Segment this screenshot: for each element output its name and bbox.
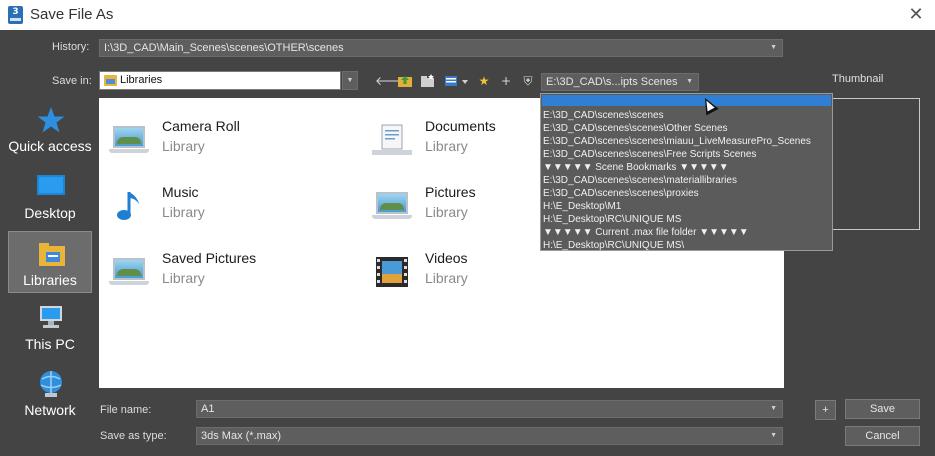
dropdown-item[interactable]: ▼▼▼▼▼ Current .max file folder ▼▼▼▼▼	[543, 226, 749, 239]
history-label: History:	[52, 41, 90, 53]
list-item-saved-pictures[interactable]: Saved Pictures Library	[103, 248, 353, 298]
documents-icon	[372, 124, 412, 160]
recent-folder-value: E:\3D_CAD\s...ipts Scenes	[546, 76, 678, 88]
increment-button[interactable]: +	[815, 400, 836, 420]
item-type: Library	[162, 138, 205, 154]
place-this-pc[interactable]: This PC	[8, 296, 92, 358]
dropdown-item[interactable]: E:\3D_CAD\scenes\scenes\proxies	[543, 187, 699, 200]
item-name: Saved Pictures	[162, 250, 257, 266]
file-name-input[interactable]: A1 ▼	[196, 400, 783, 418]
music-icon	[109, 190, 149, 226]
recent-folders-list: E:\3D_CAD\scenes\scenes E:\3D_CAD\scenes…	[540, 93, 833, 251]
item-type: Library	[425, 204, 468, 220]
history-value: I:\3D_CAD\Main_Scenes\scenes\OTHER\scene…	[104, 42, 344, 54]
saved-pictures-icon	[109, 256, 149, 292]
item-type: Library	[425, 138, 468, 154]
dropdown-item[interactable]: ▼▼▼▼▼ Scene Bookmarks ▼▼▼▼▼	[543, 161, 729, 174]
item-name: Videos	[425, 250, 468, 266]
dropdown-item[interactable]: E:\3D_CAD\scenes\scenes	[543, 109, 664, 122]
place-label: Libraries	[23, 272, 77, 288]
dropdown-item[interactable]: E:\3D_CAD\scenes\scenes\Free Scripts Sce…	[543, 148, 756, 161]
save-as-type-value: 3ds Max (*.max)	[201, 430, 282, 442]
pictures-icon	[372, 190, 412, 226]
star-icon	[37, 107, 65, 133]
save-in-field[interactable]: Libraries	[99, 71, 341, 90]
list-item-camera-roll[interactable]: Camera Roll Library	[103, 116, 353, 166]
dropdown-item[interactable]: E:\3D_CAD\scenes\scenes\materiallibrarie…	[543, 174, 737, 187]
save-as-type-label: Save as type:	[100, 430, 167, 442]
close-button[interactable]: ✕	[905, 4, 927, 26]
computer-icon	[40, 306, 62, 328]
item-name: Pictures	[425, 184, 476, 200]
file-name-label: File name:	[100, 404, 152, 416]
chevron-down-icon: ▼	[770, 405, 777, 412]
history-dropdown[interactable]: I:\3D_CAD\Main_Scenes\scenes\OTHER\scene…	[99, 39, 783, 57]
up-folder-icon[interactable]	[397, 73, 413, 89]
chevron-down-icon: ▼	[770, 432, 777, 439]
back-icon[interactable]: 🡐	[375, 73, 407, 89]
item-name: Music	[162, 184, 199, 200]
view-menu-icon[interactable]	[443, 73, 471, 89]
dropdown-item[interactable]: E:\3D_CAD\scenes\scenes\miauu_LiveMeasur…	[543, 135, 811, 148]
dropdown-item[interactable]: H:\E_Desktop\RC\UNIQUE MS	[543, 213, 681, 226]
place-quick-access[interactable]: Quick access	[8, 98, 92, 160]
chevron-down-icon: ▼	[686, 78, 693, 85]
place-desktop[interactable]: Desktop	[8, 165, 92, 227]
app-icon: 3	[8, 6, 23, 24]
dropdown-item[interactable]: E:\3D_CAD\scenes\scenes\Other Scenes	[543, 122, 728, 135]
item-type: Library	[162, 204, 205, 220]
window-title: Save File As	[30, 6, 114, 23]
item-name: Camera Roll	[162, 118, 240, 134]
videos-icon	[372, 256, 412, 292]
place-label: Desktop	[24, 205, 76, 221]
title-bar: 3 Save File As ✕	[0, 0, 935, 30]
item-name: Documents	[425, 118, 496, 134]
item-type: Library	[162, 270, 205, 286]
shield-icon[interactable]: ⛨	[520, 73, 536, 89]
list-item-music[interactable]: Music Library	[103, 182, 353, 232]
place-label: Network	[24, 402, 76, 418]
cancel-button[interactable]: Cancel	[845, 426, 920, 446]
place-network[interactable]: Network	[8, 362, 92, 424]
save-in-label: Save in:	[52, 75, 92, 87]
place-label: Quick access	[8, 138, 92, 154]
item-type: Library	[425, 270, 468, 286]
dropdown-item[interactable]: H:\E_Desktop\M1	[543, 200, 621, 213]
places-bar: Quick access Desktop Libraries This PC N…	[6, 98, 94, 428]
camera-roll-icon	[109, 124, 149, 160]
place-libraries[interactable]: Libraries	[8, 231, 92, 293]
chevron-down-icon: ▼	[770, 44, 777, 51]
libraries-icon	[104, 75, 117, 86]
dropdown-highlight[interactable]	[542, 95, 831, 106]
save-in-value: Libraries	[120, 74, 163, 86]
libraries-icon	[39, 243, 65, 266]
add-icon[interactable]: +	[498, 73, 514, 89]
thumbnail-label: Thumbnail	[832, 73, 884, 85]
recent-folders-dropdown[interactable]: E:\3D_CAD\s...ipts Scenes ▼	[541, 73, 699, 91]
save-as-type-dropdown[interactable]: 3ds Max (*.max) ▼	[196, 427, 783, 445]
list-item-videos[interactable]: Videos Library	[366, 248, 616, 298]
dropdown-item[interactable]: H:\E_Desktop\RC\UNIQUE MS\	[543, 239, 684, 252]
new-folder-icon[interactable]	[420, 73, 436, 89]
save-button[interactable]: Save	[845, 399, 920, 419]
network-icon	[40, 371, 62, 397]
desktop-icon	[37, 175, 65, 195]
place-label: This PC	[25, 336, 75, 352]
thumbnail-preview	[828, 98, 920, 230]
favorite-star-icon[interactable]: ★	[476, 73, 492, 89]
save-in-dropdown-button[interactable]: ▼	[342, 71, 358, 90]
file-name-value: A1	[201, 403, 215, 415]
